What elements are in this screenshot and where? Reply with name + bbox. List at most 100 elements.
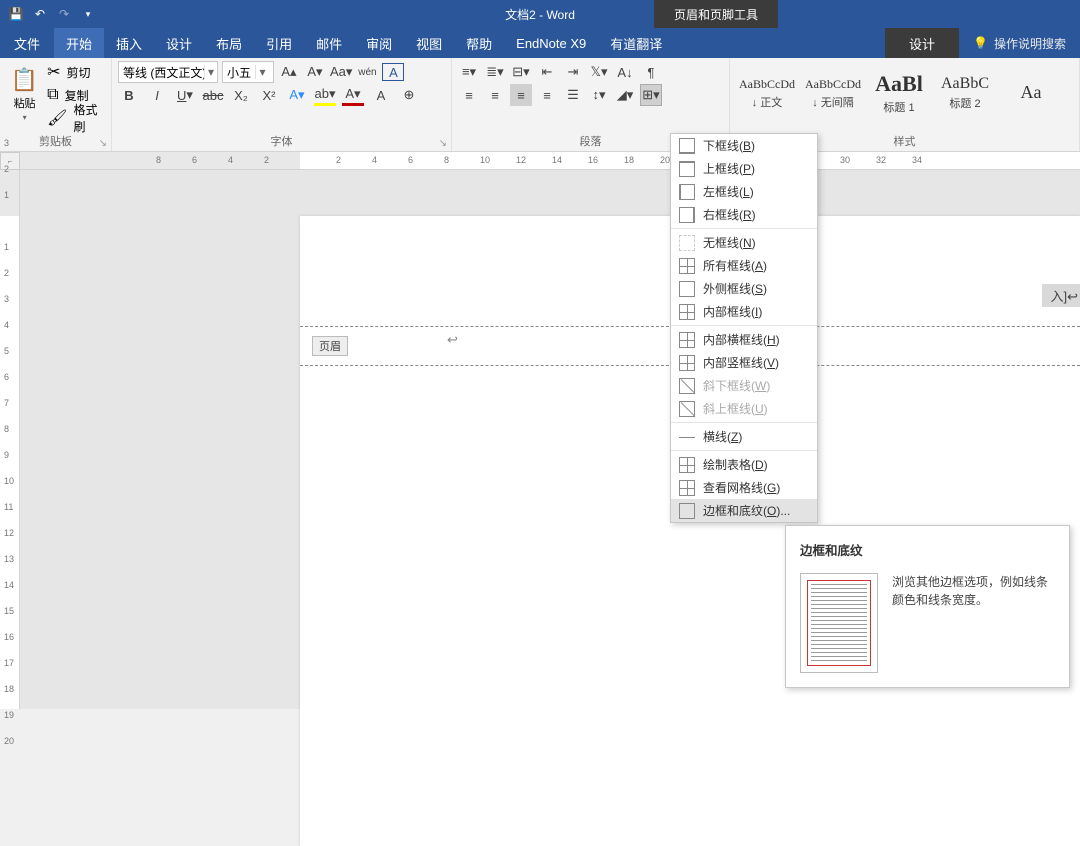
border-menu-item[interactable]: 无框线(N)	[671, 231, 817, 254]
borders-button[interactable]: ⊞▾	[640, 84, 662, 106]
align-right-button[interactable]: ≡	[510, 84, 532, 106]
superscript-button[interactable]: X²	[258, 84, 280, 106]
quick-access-toolbar: 💾 ↶ ↷ ▾	[0, 4, 104, 24]
vertical-ruler[interactable]: 3211234567891011121314151617181920	[0, 170, 20, 709]
font-color-button[interactable]: A▾	[342, 84, 364, 106]
enclose-char-button[interactable]: ⊕	[398, 84, 420, 106]
cut-button[interactable]: ✂剪切	[47, 61, 105, 83]
line-spacing-button[interactable]: ↕▾	[588, 84, 610, 106]
border-menu-item[interactable]: 内部框线(I)	[671, 300, 817, 323]
text-direction-button[interactable]: 𝕏▾	[588, 61, 610, 83]
border-menu-item[interactable]: 外侧框线(S)	[671, 277, 817, 300]
distribute-button[interactable]: ☰	[562, 84, 584, 106]
show-marks-button[interactable]: ¶	[640, 61, 662, 83]
border-pattern-icon	[679, 429, 695, 445]
lightbulb-icon: 💡	[973, 36, 988, 50]
tab-file[interactable]: 文件	[0, 28, 54, 58]
style-item-1[interactable]: AaBbCcDd↓ 无间隔	[802, 65, 864, 121]
multilevel-button[interactable]: ⊟▾	[510, 61, 532, 83]
group-clipboard: 📋 粘贴 ▾ ✂剪切 ⧉复制 🖌格式刷 剪贴板↘	[0, 58, 112, 151]
style-item-3[interactable]: AaBbC标题 2	[934, 65, 996, 121]
border-menu-item[interactable]: 边框和底纹(O)...	[671, 499, 817, 522]
qat-customize-icon[interactable]: ▾	[78, 4, 98, 24]
justify-button[interactable]: ≡	[536, 84, 558, 106]
ruler-corner: ⌐	[0, 152, 20, 170]
tooltip-description: 浏览其他边框选项，例如线条颜色和线条宽度。	[892, 573, 1055, 673]
style-item-0[interactable]: AaBbCcDd↓ 正文	[736, 65, 798, 121]
bullets-button[interactable]: ≡▾	[458, 61, 480, 83]
shrink-font-button[interactable]: A▾	[304, 61, 326, 83]
text-effects-button[interactable]: A▾	[286, 84, 308, 106]
border-menu-item[interactable]: 查看网格线(G)	[671, 476, 817, 499]
italic-button[interactable]: I	[146, 84, 168, 106]
ribbon-tabs: 文件 开始 插入 设计 布局 引用 邮件 审阅 视图 帮助 EndNote X9…	[0, 28, 1080, 58]
underline-button[interactable]: U▾	[174, 84, 196, 106]
shading-button[interactable]: ◢▾	[614, 84, 636, 106]
border-menu-item[interactable]: 内部横框线(H)	[671, 328, 817, 351]
save-icon[interactable]: 💾	[6, 4, 26, 24]
tab-view[interactable]: 视图	[404, 28, 454, 58]
border-menu-item: 斜上框线(U)	[671, 397, 817, 420]
border-pattern-icon	[679, 355, 695, 371]
char-border-button[interactable]: A	[382, 63, 404, 81]
font-launcher[interactable]: ↘	[439, 138, 447, 149]
border-menu-item[interactable]: 绘制表格(D)	[671, 453, 817, 476]
undo-icon[interactable]: ↶	[30, 4, 50, 24]
border-menu-item[interactable]: 内部竖框线(V)	[671, 351, 817, 374]
highlight-button[interactable]: ab▾	[314, 84, 336, 106]
tab-mailings[interactable]: 邮件	[304, 28, 354, 58]
scissors-icon: ✂	[47, 62, 60, 82]
align-left-button[interactable]: ≡	[458, 84, 480, 106]
border-menu-item[interactable]: 下框线(B)	[671, 134, 817, 157]
group-font: 等线 (西文正文)▾ 小五▾ A▴ A▾ Aa▾ wén A B I U▾ ab…	[112, 58, 452, 151]
decrease-indent-button[interactable]: ⇤	[536, 61, 558, 83]
border-pattern-icon	[679, 161, 695, 177]
tab-insert[interactable]: 插入	[104, 28, 154, 58]
tab-review[interactable]: 审阅	[354, 28, 404, 58]
tab-youdao[interactable]: 有道翻译	[598, 28, 674, 58]
tab-context-design[interactable]: 设计	[885, 28, 959, 58]
tab-endnote[interactable]: EndNote X9	[504, 28, 598, 58]
tab-layout[interactable]: 布局	[204, 28, 254, 58]
tell-me-search[interactable]: 💡 操作说明搜索	[959, 28, 1080, 58]
border-menu-item[interactable]: 上框线(P)	[671, 157, 817, 180]
header-tag: 页眉	[312, 336, 348, 356]
redo-icon[interactable]: ↷	[54, 4, 74, 24]
style-item-2[interactable]: AaBl标题 1	[868, 65, 930, 121]
border-pattern-icon	[679, 281, 695, 297]
char-shading-button[interactable]: A	[370, 84, 392, 106]
change-case-button[interactable]: Aa▾	[330, 61, 352, 83]
numbering-button[interactable]: ≣▾	[484, 61, 506, 83]
paste-button[interactable]: 📋 粘贴 ▾	[6, 61, 43, 127]
border-menu-item[interactable]: 右框线(R)	[671, 203, 817, 226]
border-menu-item[interactable]: 横线(Z)	[671, 425, 817, 448]
increase-indent-button[interactable]: ⇥	[562, 61, 584, 83]
font-size-combo[interactable]: 小五▾	[222, 61, 274, 83]
border-pattern-icon	[679, 378, 695, 394]
border-menu-item[interactable]: 所有框线(A)	[671, 254, 817, 277]
horizontal-ruler[interactable]: ⌐ 8642246810121416182022242628303234	[0, 152, 1080, 170]
grow-font-button[interactable]: A▴	[278, 61, 300, 83]
clipboard-launcher[interactable]: ↘	[99, 138, 107, 149]
align-center-button[interactable]: ≡	[484, 84, 506, 106]
tab-design[interactable]: 设计	[154, 28, 204, 58]
copy-icon: ⧉	[47, 86, 58, 104]
border-menu-item[interactable]: 左框线(L)	[671, 180, 817, 203]
tab-references[interactable]: 引用	[254, 28, 304, 58]
clipboard-icon: 📋	[11, 67, 38, 93]
document-title: 文档2 - Word	[505, 6, 575, 23]
sort-button[interactable]: A↓	[614, 61, 636, 83]
style-item-4[interactable]: Aa	[1000, 65, 1062, 121]
tab-home[interactable]: 开始	[54, 28, 104, 58]
bold-button[interactable]: B	[118, 84, 140, 106]
border-pattern-icon	[679, 457, 695, 473]
font-name-combo[interactable]: 等线 (西文正文)▾	[118, 61, 218, 83]
tab-help[interactable]: 帮助	[454, 28, 504, 58]
paragraph-mark-icon: ↩	[447, 332, 458, 348]
subscript-button[interactable]: X₂	[230, 84, 252, 106]
strikethrough-button[interactable]: abc	[202, 84, 224, 106]
border-pattern-icon	[679, 184, 695, 200]
phonetic-guide-button[interactable]: wén	[356, 61, 378, 83]
format-painter-button[interactable]: 🖌格式刷	[47, 107, 105, 129]
title-bar: 💾 ↶ ↷ ▾ 文档2 - Word 页眉和页脚工具	[0, 0, 1080, 28]
